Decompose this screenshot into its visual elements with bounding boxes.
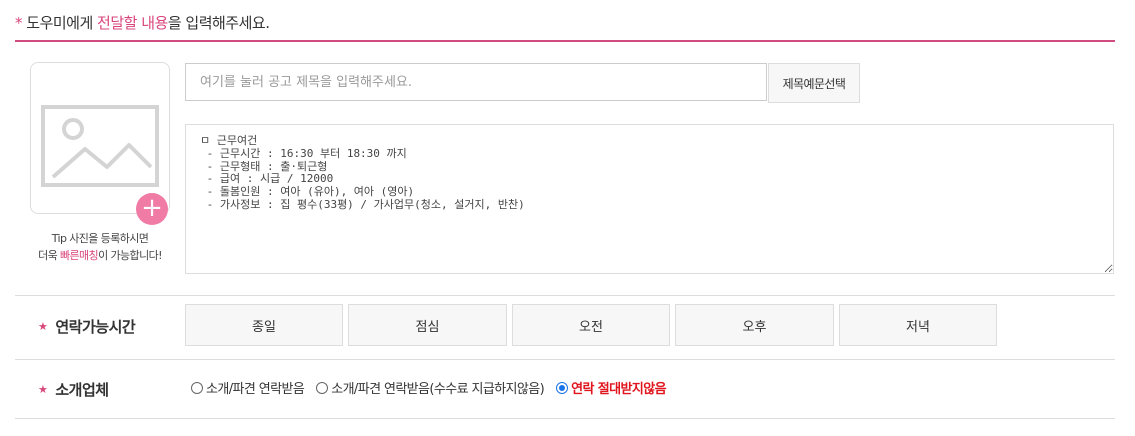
required-star: ★ bbox=[38, 320, 48, 333]
agency-option-contact-no-fee[interactable]: 소개/파견 연락받음(수수료 지급하지않음) bbox=[316, 378, 545, 397]
contact-time-label: ★ 연락가능시간 bbox=[38, 318, 136, 336]
title-example-button[interactable]: 제목예문선택 bbox=[768, 63, 860, 103]
header-text-pre: 도우미에게 bbox=[22, 14, 98, 32]
header-highlight-1: 전달할 bbox=[97, 14, 137, 32]
radio-button[interactable] bbox=[191, 381, 203, 394]
agency-label: ★ 소개업체 bbox=[38, 381, 109, 399]
photo-tip: Tip 사진을 등록하시면 더욱 빠른매칭이 가능합니다! bbox=[38, 232, 162, 262]
required-star: * bbox=[15, 14, 23, 32]
add-photo-button[interactable]: + bbox=[136, 193, 168, 225]
divider bbox=[15, 418, 1115, 419]
job-title-input[interactable] bbox=[185, 63, 767, 101]
tip-highlight: 빠른매칭 bbox=[60, 249, 99, 262]
radio-button[interactable] bbox=[556, 381, 569, 394]
time-option-evening[interactable]: 저녁 bbox=[839, 304, 997, 346]
radio-button[interactable] bbox=[316, 381, 329, 394]
time-option-all-day[interactable]: 종일 bbox=[185, 304, 343, 346]
job-content-textarea[interactable]: ㅁ 근무여건 - 근무시간 : 16:30 부터 18:30 까지 - 근무형태… bbox=[185, 124, 1114, 274]
required-star: ★ bbox=[38, 383, 48, 396]
header-text-post: 을 입력해주세요. bbox=[167, 14, 270, 32]
agency-radio-group: 소개/파견 연락받음 소개/파견 연락받음(수수료 지급하지않음) 연락 절대받… bbox=[191, 378, 678, 397]
time-option-morning[interactable]: 오전 bbox=[512, 304, 670, 346]
divider bbox=[15, 295, 1115, 296]
photo-upload-box[interactable] bbox=[30, 62, 170, 214]
time-option-lunch[interactable]: 점심 bbox=[348, 304, 507, 346]
time-option-afternoon[interactable]: 오후 bbox=[675, 304, 834, 346]
header-highlight-2: 내용 bbox=[141, 14, 168, 32]
image-placeholder-icon bbox=[41, 105, 159, 187]
divider bbox=[15, 359, 1115, 360]
header-divider bbox=[15, 40, 1115, 42]
agency-option-contact[interactable]: 소개/파견 연락받음 bbox=[191, 378, 305, 397]
agency-option-no-contact[interactable]: 연락 절대받지않음 bbox=[556, 378, 667, 397]
section-header: * 도우미에게 전달할 내용을 입력해주세요. bbox=[15, 12, 1115, 33]
